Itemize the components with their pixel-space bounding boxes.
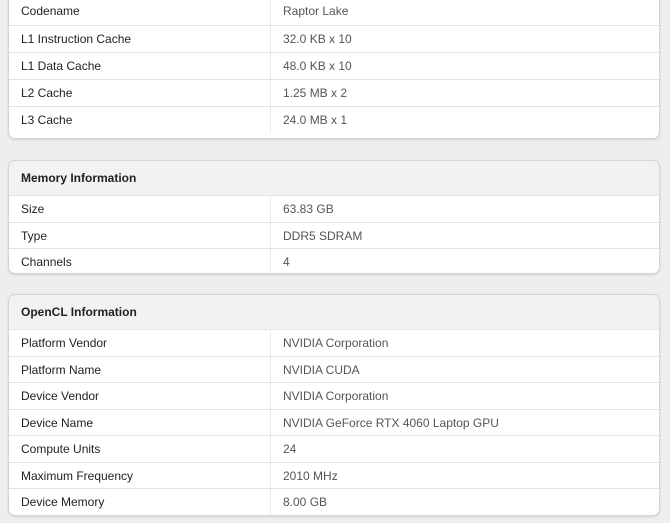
row-label: L1 Data Cache — [21, 59, 102, 73]
info-row-device-name: Device Name NVIDIA GeForce RTX 4060 Lapt… — [9, 409, 659, 436]
row-value: 2010 MHz — [270, 462, 659, 488]
row-label: Device Name — [21, 415, 94, 430]
info-row-maximum-frequency: Maximum Frequency 2010 MHz — [9, 462, 659, 489]
row-label: L2 Cache — [21, 86, 73, 100]
row-label: L3 Cache — [21, 113, 73, 127]
row-label: Type — [21, 228, 48, 243]
row-label: L1 Instruction Cache — [21, 32, 132, 46]
row-label: Codename — [21, 4, 80, 18]
info-row-type: Type DDR5 SDRAM — [9, 222, 659, 249]
row-value: 1.25 MB x 2 — [270, 80, 659, 106]
section-title: OpenCL Information — [9, 295, 659, 330]
info-row-channels: Channels 4 — [9, 249, 659, 273]
row-value: 63.83 GB — [270, 196, 659, 222]
row-value: DDR5 SDRAM — [270, 222, 659, 248]
info-row-l1-data-cache: L1 Data Cache 48.0 KB x 10 — [9, 53, 659, 80]
row-label: Size — [21, 202, 45, 216]
row-value: NVIDIA Corporation — [270, 330, 659, 356]
row-label: Device Memory — [21, 495, 105, 509]
info-row-device-vendor: Device Vendor NVIDIA Corporation — [9, 383, 659, 410]
row-value: NVIDIA Corporation — [270, 383, 659, 409]
memory-info-card: Memory Information Size 63.83 GB Type DD… — [8, 160, 660, 274]
row-value: NVIDIA CUDA — [270, 356, 659, 382]
info-row-platform-vendor: Platform Vendor NVIDIA Corporation — [9, 330, 659, 357]
row-value: 32.0 KB x 10 — [270, 26, 659, 52]
row-label: Maximum Frequency — [21, 468, 134, 483]
row-value: 24 — [270, 436, 659, 462]
row-value: NVIDIA GeForce RTX 4060 Laptop GPU — [270, 409, 659, 435]
row-label: Compute Units — [21, 442, 101, 456]
row-value: 24.0 MB x 1 — [270, 107, 659, 134]
row-label: Platform Vendor — [21, 336, 108, 350]
info-row-platform-name: Platform Name NVIDIA CUDA — [9, 356, 659, 383]
info-row-device-memory: Device Memory 8.00 GB — [9, 489, 659, 515]
row-value: 4 — [270, 249, 659, 273]
info-row-codename: Codename Raptor Lake — [9, 0, 659, 26]
info-row-l3-cache: L3 Cache 24.0 MB x 1 — [9, 107, 659, 134]
info-row-compute-units: Compute Units 24 — [9, 436, 659, 463]
row-label: Platform Name — [21, 362, 102, 377]
opencl-info-card: OpenCL Information Platform Vendor NVIDI… — [8, 294, 660, 516]
row-value: 48.0 KB x 10 — [270, 53, 659, 79]
info-row-l1-instruction-cache: L1 Instruction Cache 32.0 KB x 10 — [9, 26, 659, 53]
cpu-info-card: Codename Raptor Lake L1 Instruction Cach… — [8, 0, 660, 139]
row-value: Raptor Lake — [270, 0, 659, 25]
info-row-l2-cache: L2 Cache 1.25 MB x 2 — [9, 80, 659, 107]
section-title: Memory Information — [9, 161, 659, 196]
row-label: Channels — [21, 255, 72, 269]
info-row-size: Size 63.83 GB — [9, 196, 659, 223]
row-value: 8.00 GB — [270, 489, 659, 515]
row-label: Device Vendor — [21, 389, 100, 403]
